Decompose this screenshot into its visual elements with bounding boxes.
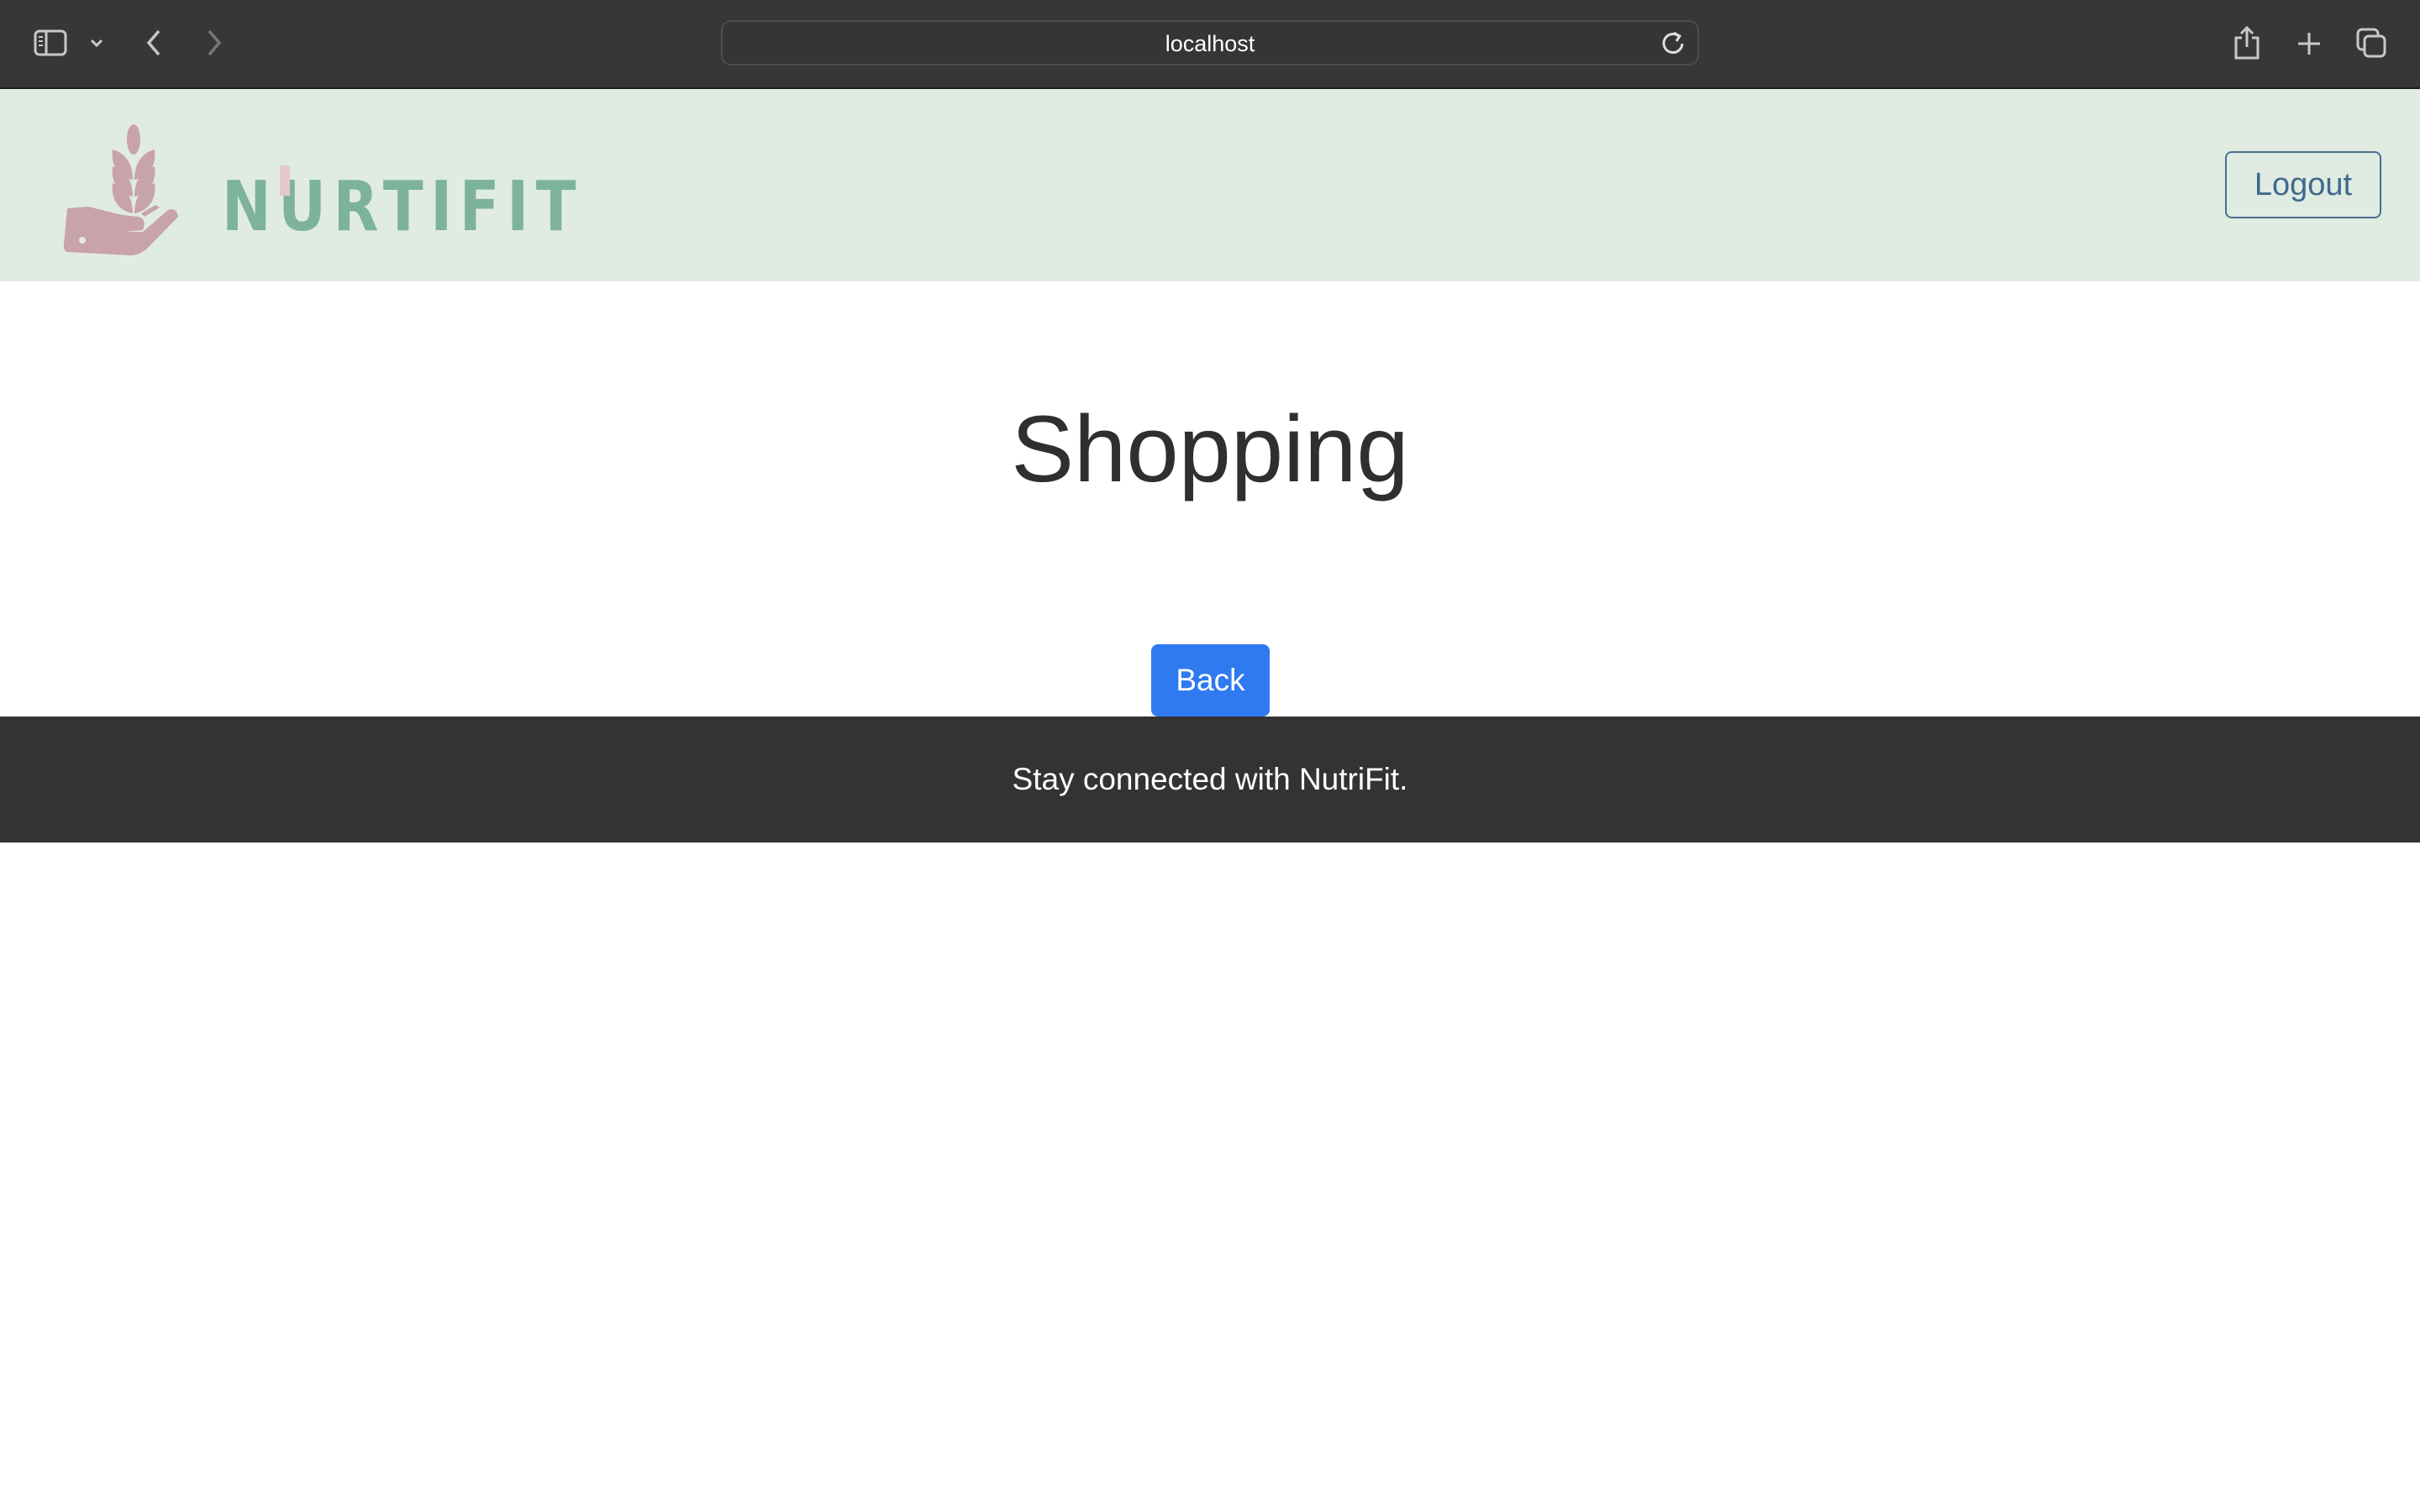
share-icon[interactable] bbox=[2232, 24, 2262, 62]
new-tab-icon[interactable] bbox=[2294, 29, 2324, 59]
url-text: localhost bbox=[1165, 31, 1255, 56]
back-icon[interactable] bbox=[141, 27, 166, 59]
footer-text: Stay connected with NutriFit. bbox=[1012, 762, 1408, 796]
tabs-overview-icon[interactable] bbox=[2354, 25, 2388, 60]
site-header: NURTIFIT Logout bbox=[0, 89, 2420, 281]
reload-icon[interactable] bbox=[1659, 29, 1687, 57]
address-bar[interactable]: localhost bbox=[721, 20, 1699, 66]
back-button[interactable]: Back bbox=[1151, 644, 1270, 717]
browser-toolbar: localhost bbox=[0, 0, 2420, 89]
chevron-down-icon[interactable] bbox=[87, 34, 106, 52]
hand-wheat-icon bbox=[63, 124, 178, 255]
sidebar-icon[interactable] bbox=[34, 29, 67, 57]
site-footer: Stay connected with NutriFit. bbox=[0, 717, 2420, 843]
svg-text:NURTIFIT: NURTIFIT bbox=[222, 167, 583, 247]
forward-icon[interactable] bbox=[202, 27, 227, 59]
page-title: Shopping bbox=[1011, 396, 1409, 501]
logout-button[interactable]: Logout bbox=[2225, 151, 2381, 218]
nurtifit-logo[interactable]: NURTIFIT bbox=[42, 106, 622, 265]
